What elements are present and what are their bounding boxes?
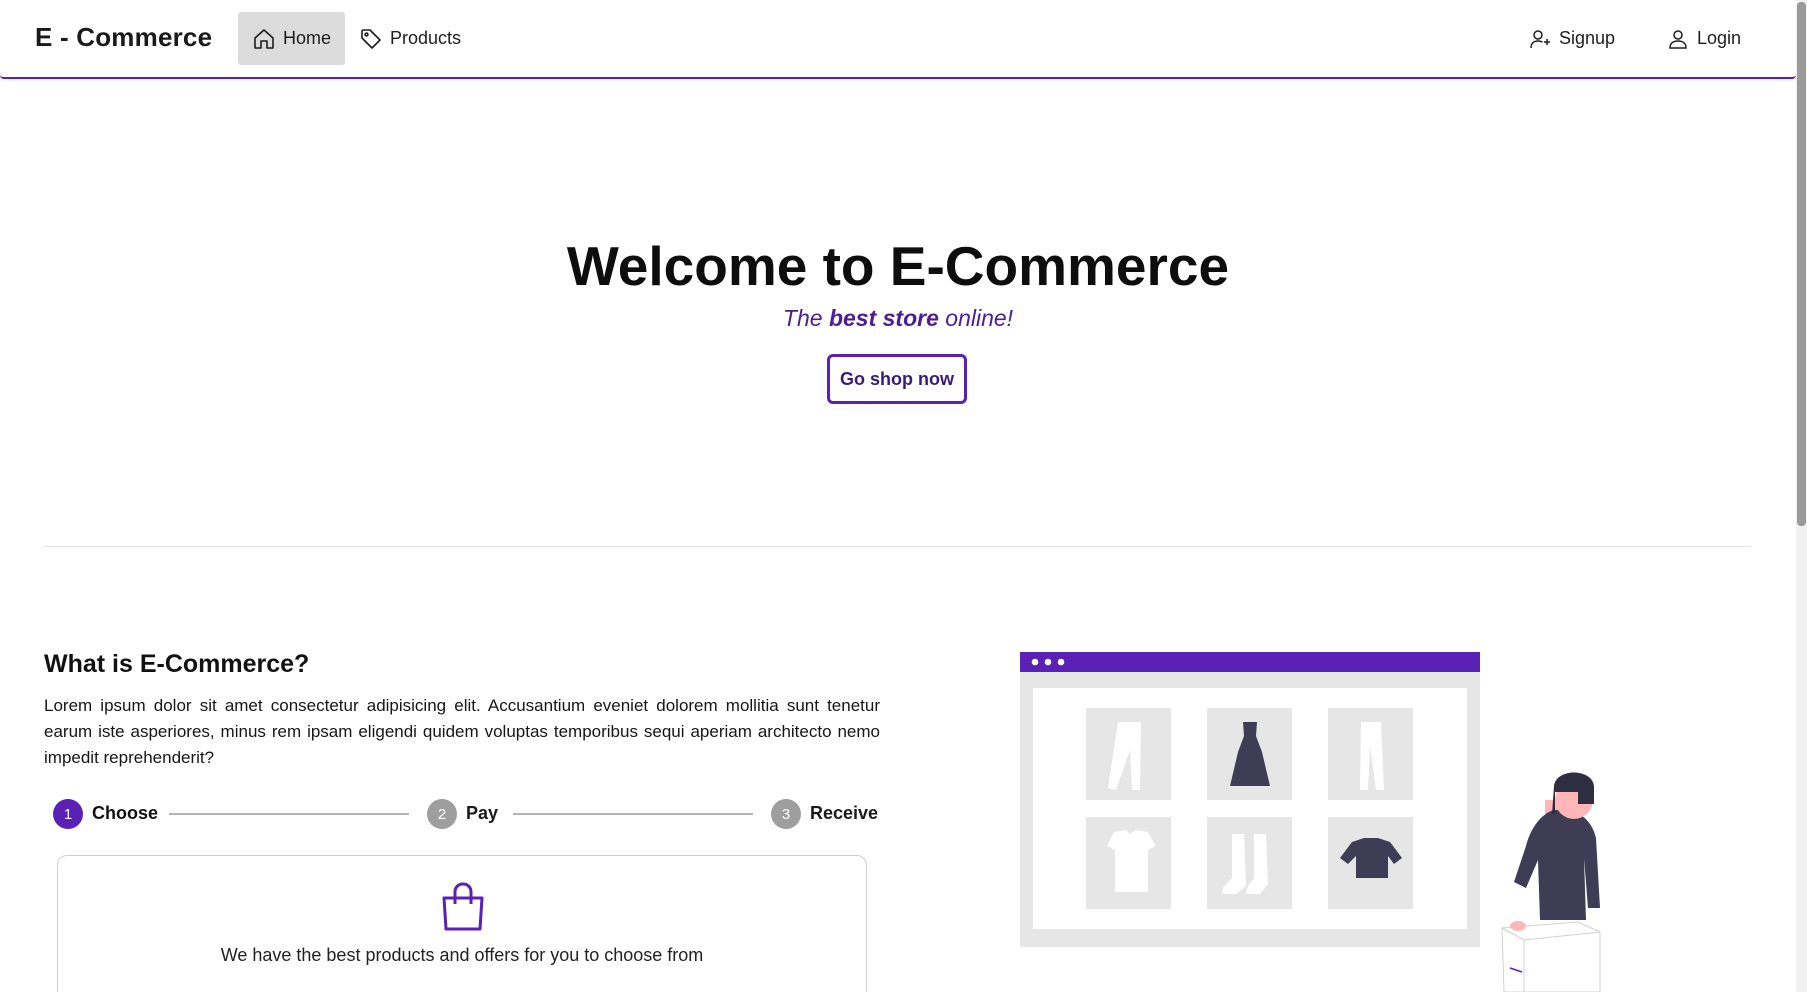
nav-home-label: Home xyxy=(283,28,332,48)
step-card-text: We have the best products and offers for… xyxy=(220,945,704,965)
about-title: What is E-Commerce? xyxy=(44,650,310,678)
nav-signup-label: Signup xyxy=(1559,28,1616,48)
hero-subtitle-post: online! xyxy=(938,305,1014,331)
step-1-label[interactable]: Choose xyxy=(92,803,158,824)
user-plus-icon xyxy=(1530,29,1550,48)
hero-subtitle-bold: best store xyxy=(828,305,939,331)
page-scrollbar[interactable] xyxy=(1796,0,1807,992)
about-text: Lorem ipsum dolor sit amet consectetur a… xyxy=(44,696,880,767)
nav-products-button[interactable]: Products xyxy=(345,12,475,65)
hero-subtitle: The best store online! xyxy=(0,305,1796,332)
top-navbar: E - Commerce Home Products Signup Login xyxy=(0,0,1796,79)
home-icon xyxy=(254,28,274,49)
go-shop-now-button[interactable]: Go shop now xyxy=(827,354,967,404)
brand-logo[interactable]: E - Commerce xyxy=(35,22,212,53)
nav-signup-button[interactable]: Signup xyxy=(1514,12,1629,65)
hero-subtitle-pre: The xyxy=(782,305,829,331)
shopping-bag-icon xyxy=(442,882,484,931)
online-shopping-illustration xyxy=(1020,652,1601,992)
hero-title: Welcome to E-Commerce xyxy=(566,235,1230,297)
step-2-circle[interactable]: 2 xyxy=(427,799,457,829)
step-3-label[interactable]: Receive xyxy=(810,803,878,824)
step-2-label[interactable]: Pay xyxy=(466,803,498,824)
step-content-card: We have the best products and offers for… xyxy=(57,855,867,992)
step-3-circle[interactable]: 3 xyxy=(771,799,801,829)
page: E - Commerce Home Products Signup Login … xyxy=(0,0,1807,992)
step-1-circle[interactable]: 1 xyxy=(53,799,83,829)
section-divider xyxy=(44,546,1751,547)
nav-products-label: Products xyxy=(390,28,462,48)
step-connector-2 xyxy=(513,813,753,815)
nav-login-button[interactable]: Login xyxy=(1652,12,1755,65)
step-connector-1 xyxy=(169,813,409,815)
nav-login-label: Login xyxy=(1697,28,1742,48)
user-icon xyxy=(1669,29,1687,49)
scrollbar-thumb[interactable] xyxy=(1797,2,1806,526)
nav-home-button[interactable]: Home xyxy=(238,12,346,65)
tag-icon xyxy=(361,28,381,49)
